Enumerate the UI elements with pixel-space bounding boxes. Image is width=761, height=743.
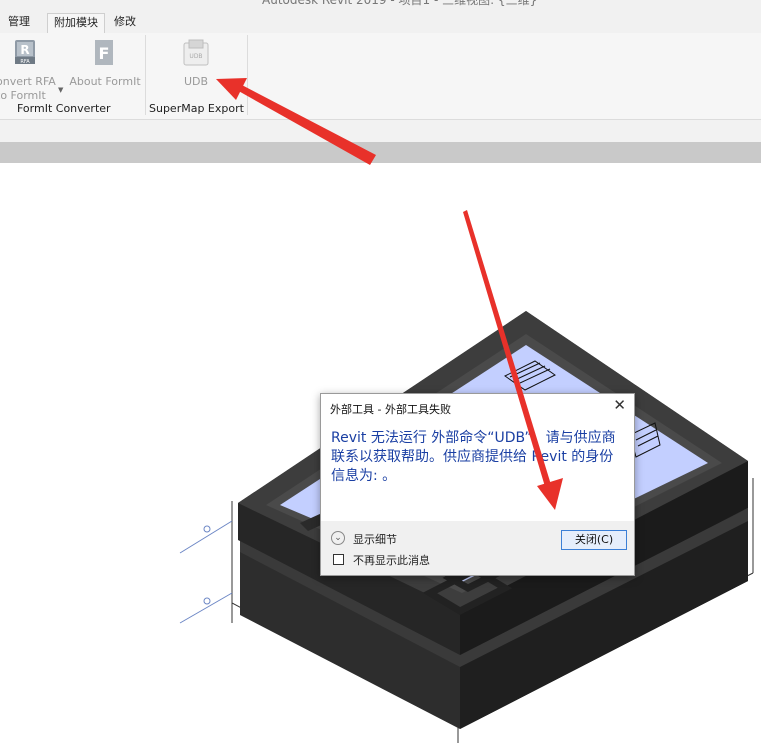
convert-rfa-label-line1: onvert RFA <box>0 75 56 88</box>
svg-text:UDB: UDB <box>189 53 202 60</box>
external-tool-failure-dialog: 外部工具 - 外部工具失败 ✕ Revit 无法运行 外部命令“UDB”。请与供… <box>320 393 635 576</box>
revit-rfa-icon: R RFA <box>15 40 35 65</box>
window-title: Autodesk Revit 2019 - 项目1 - 三维视图: {三维} <box>262 0 538 7</box>
toolbar-strip <box>0 120 761 142</box>
do-not-show-label: 不再显示此消息 <box>353 554 430 567</box>
tab-add-ins[interactable]: 附加模块 <box>47 13 105 33</box>
udb-export-icon: UDB <box>183 39 209 66</box>
panel-separator <box>145 35 146 115</box>
close-button[interactable]: 关闭(C) <box>561 530 627 550</box>
ribbon: R RFA onvert RFA to FormIt ▼ F About For… <box>0 33 761 120</box>
view-header-bar <box>0 142 761 163</box>
tab-manage[interactable]: 管理 <box>2 13 36 33</box>
udb-export-button[interactable]: UDB UDB <box>172 37 220 88</box>
close-icon[interactable]: ✕ <box>613 397 626 413</box>
svg-text:RFA: RFA <box>20 59 30 65</box>
convert-rfa-label-line2: to FormIt <box>0 89 46 102</box>
window-title-bar: Autodesk Revit 2019 - 项目1 - 三维视图: {三维} <box>0 0 761 8</box>
chevron-down-icon[interactable]: ⌄ <box>331 531 345 545</box>
convert-rfa-to-formit-button[interactable]: R RFA onvert RFA to FormIt ▼ <box>0 37 63 102</box>
tab-modify[interactable]: 修改 <box>108 13 142 33</box>
dialog-message: Revit 无法运行 外部命令“UDB”。请与供应商 联系以获取帮助。供应商提供… <box>331 429 621 486</box>
level-markers <box>179 520 233 624</box>
dialog-message-line: 联系以获取帮助。供应商提供给 Revit 的身份 <box>331 449 614 465</box>
svg-text:R: R <box>20 43 29 57</box>
udb-label: UDB <box>183 75 209 88</box>
panel-separator <box>247 35 248 115</box>
about-formit-button[interactable]: F About FormIt <box>68 37 142 88</box>
formit-converter-panel-label: FormIt Converter <box>17 102 111 115</box>
ribbon-tab-bar: 管理 附加模块 修改 <box>0 8 761 33</box>
show-details-toggle[interactable]: 显示细节 <box>353 531 397 547</box>
dialog-message-line: Revit 无法运行 外部命令“UDB”。请与供应商 <box>331 430 616 446</box>
formit-icon: F <box>95 40 113 65</box>
dialog-message-line: 信息为: 。 <box>331 468 397 484</box>
dialog-footer: ⌄ 显示细节 不再显示此消息 关闭(C) <box>321 521 634 575</box>
dialog-title: 外部工具 - 外部工具失败 <box>330 403 451 416</box>
svg-text:F: F <box>99 44 110 63</box>
about-formit-label: About FormIt <box>69 75 141 88</box>
supermap-export-panel-label: SuperMap Export <box>149 102 244 115</box>
dropdown-arrow-icon[interactable]: ▼ <box>58 83 63 97</box>
do-not-show-checkbox[interactable] <box>333 554 344 565</box>
